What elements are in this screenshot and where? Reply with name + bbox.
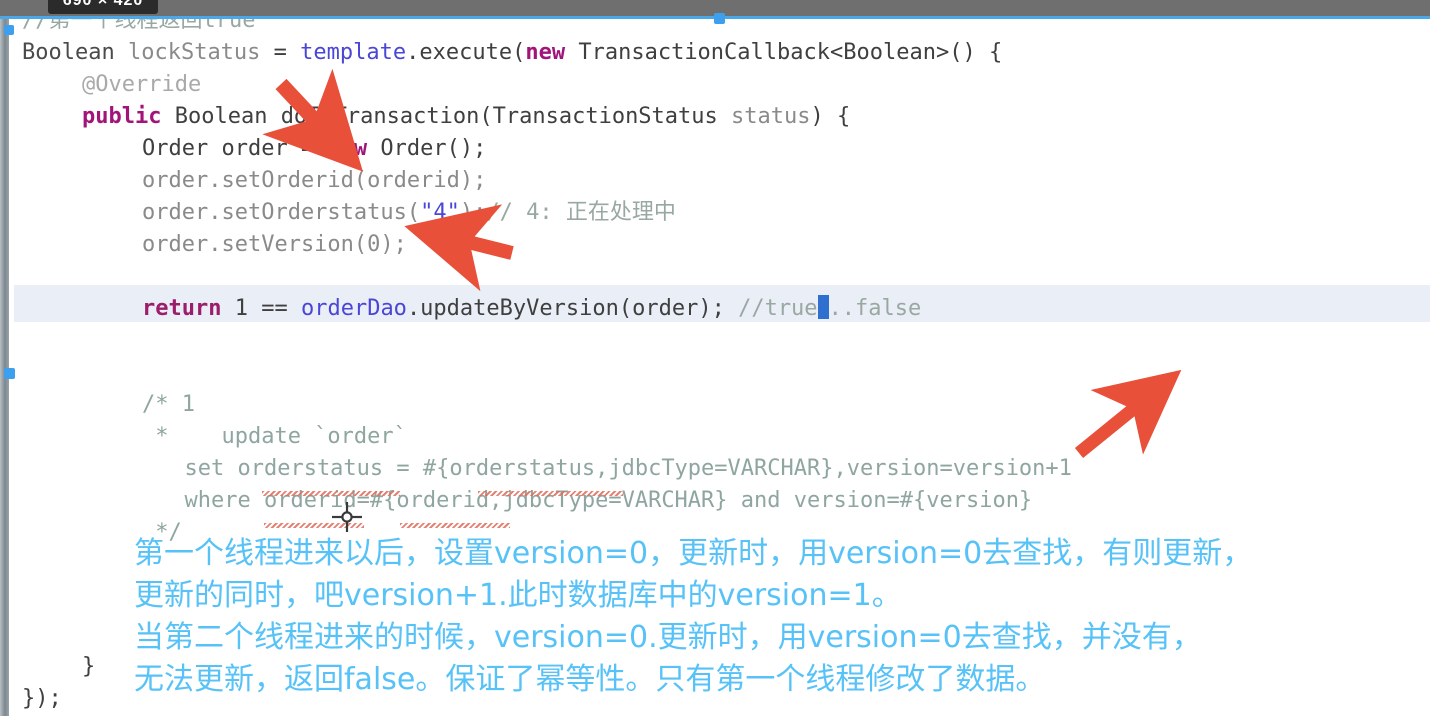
annotation-line-1: 第一个线程进来以后，设置version=0，更新时，用version=0去查找，… [134, 536, 1253, 571]
token-compare: 1 == [221, 296, 301, 321]
token-comment-status-4: // 4: 正在处理中 [486, 200, 676, 225]
token-doc-open: /* 1 [142, 392, 195, 417]
token-order-decl: Order order = [142, 136, 328, 161]
crosshair-cursor [332, 502, 362, 532]
code-line-return-updatebyversion: return 1 == orderDao.updateByVersion(ord… [142, 293, 921, 325]
token-var-lockstatus: lockStatus [127, 40, 261, 65]
token-keyword-return: return [142, 296, 222, 321]
comment-text: //第一个线程返回true [22, 19, 256, 33]
token-dot: . [406, 40, 420, 65]
capture-size-badge: 690 × 420 [48, 0, 158, 14]
token-call-close: ); [459, 200, 487, 225]
token-template: template [300, 40, 407, 65]
token-param-status: status [731, 104, 811, 129]
squiggle-orderstatus-1 [262, 491, 400, 496]
code-line-boolean-lockstatus: Boolean lockStatus = template.execute(ne… [22, 37, 1002, 69]
token-execute-call: execute( [419, 40, 526, 65]
annotation-line-4: 无法更新，返回false。保证了幂等性。只有第一个线程修改了数据。 [134, 662, 1046, 697]
code-line-dointransaction: public Boolean doInTransaction(Transacti… [82, 101, 850, 133]
token-setorderstatus: order.setOrderstatus( [142, 200, 421, 225]
token-updatebyversion-call: .updateByVersion(order); [406, 296, 739, 321]
selection-handle-top-left[interactable] [4, 25, 14, 35]
token-keyword-new: new [525, 40, 566, 65]
code-line-sql-comment-open: /* 1 [142, 389, 195, 421]
selection-handle-top[interactable] [714, 13, 725, 24]
token-string-4: "4" [420, 200, 460, 225]
code-line-sql-update: * update `order` [142, 421, 407, 453]
token-dointransaction-signature: Boolean doInTransaction(TransactionStatu… [161, 104, 732, 129]
token-order-ctor: Order(); [367, 136, 487, 161]
squiggle-orderid-2 [400, 523, 510, 528]
code-line-setversion: order.setVersion(0); [142, 229, 407, 261]
token-brace-close: } [82, 654, 96, 679]
token-signature-tail: ) { [810, 104, 851, 129]
token-doc-update: * update `order` [142, 424, 407, 449]
annotation-line-3: 当第二个线程进来的时候，version=0.更新时，用version=0去查找，… [134, 620, 1202, 655]
token-orderdao: orderDao [300, 296, 407, 321]
token-assign: = [260, 40, 301, 65]
code-line-override-annotation: @Override [82, 69, 201, 101]
token-comment-false: ..false [828, 296, 922, 321]
token-annotation-override: @Override [82, 72, 202, 97]
token-doc-set: set orderstatus = #{orderstatus,jdbcType… [158, 456, 1072, 481]
token-comment-true: //true [738, 296, 818, 321]
code-line-sql-where: where orderid=#{orderid,jdbcType=VARCHAR… [158, 485, 1032, 517]
token-call-close-paren: }); [22, 686, 62, 711]
token-setorderid: order.setOrderid(orderid); [142, 168, 487, 193]
token-keyword-public: public [82, 104, 162, 129]
screenshot-root: 690 × 420 //第一个线程返回true Boolean lockStat… [0, 0, 1430, 716]
text-caret [817, 295, 829, 319]
code-line-new-order: Order order = new Order(); [142, 133, 486, 165]
annotation-line-2: 更新的同时，吧version+1.此时数据库中的version=1。 [134, 578, 902, 613]
token-transaction-callback: TransactionCallback<Boolean>() { [565, 40, 1003, 65]
token-keyword-new-2: new [327, 136, 368, 161]
code-line-close-brace: } [82, 651, 95, 683]
code-line-setorderstatus: order.setOrderstatus("4");// 4: 正在处理中 [142, 197, 676, 229]
token-setversion: order.setVersion(0); [142, 232, 407, 257]
code-line-comment-thread: //第一个线程返回true [22, 19, 255, 37]
code-line-close-call: }); [22, 683, 62, 715]
token-type-boolean: Boolean [22, 40, 115, 65]
code-line-sql-set: set orderstatus = #{orderstatus,jdbcType… [158, 453, 1072, 485]
code-line-setorderid: order.setOrderid(orderid); [142, 165, 486, 197]
squiggle-orderstatus-2 [478, 491, 623, 496]
selection-handle-left-middle[interactable] [4, 368, 15, 379]
